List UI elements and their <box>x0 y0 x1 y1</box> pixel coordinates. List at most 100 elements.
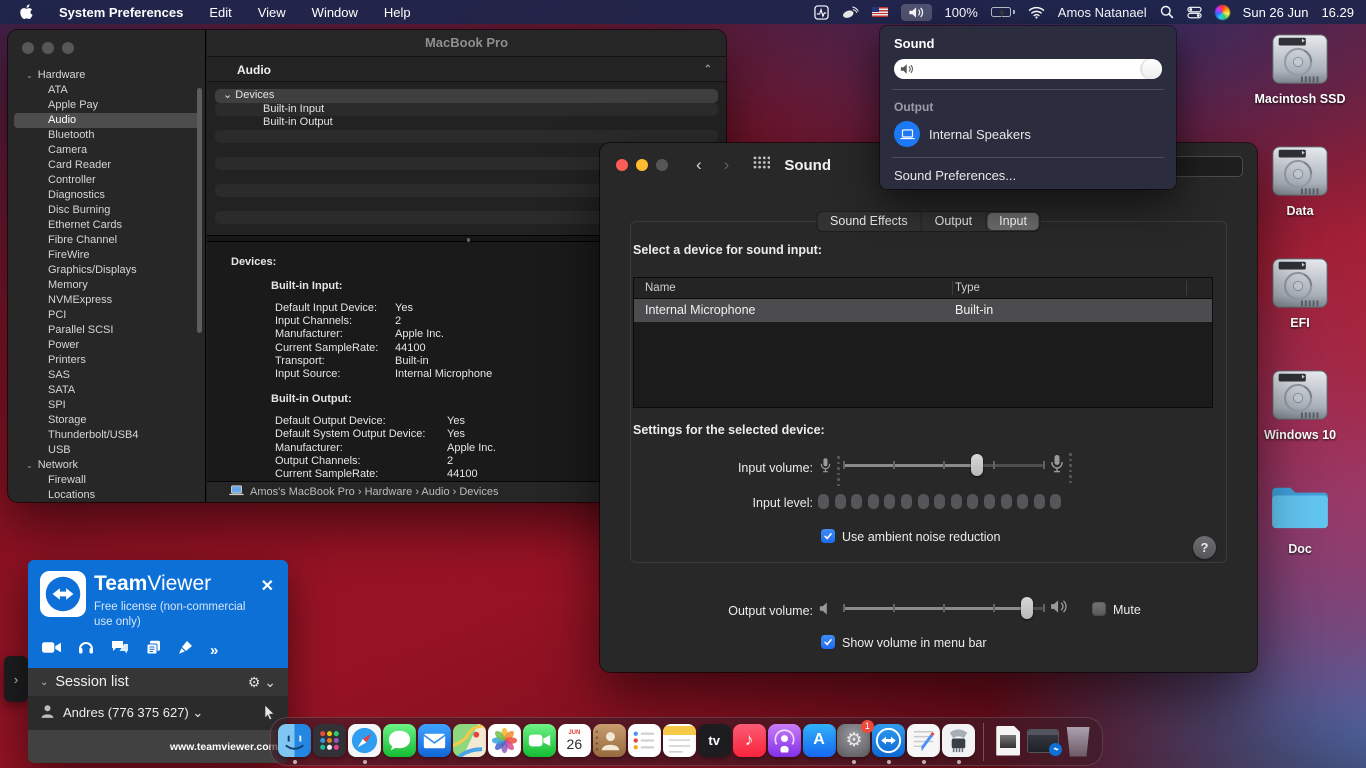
desktop-icon-macintosh-ssd[interactable]: Macintosh SSD <box>1252 32 1348 106</box>
tab-output[interactable]: Output <box>922 212 987 231</box>
sidebar-group-hardware[interactable]: ⌄Hardware <box>8 68 205 83</box>
sidebar-item-usb[interactable]: USB <box>8 443 205 458</box>
sound-preferences-item[interactable]: Sound Preferences... <box>894 168 1162 183</box>
teamviewer-url[interactable]: www.teamviewer.com <box>170 741 278 753</box>
dock-item-podcasts[interactable] <box>767 720 800 764</box>
sidebar-scrollbar[interactable] <box>197 88 202 333</box>
session-list-bar[interactable]: ⌄ Session list ⚙ ⌄ <box>28 668 288 696</box>
dock-item-facetime[interactable] <box>523 720 556 764</box>
help-button[interactable]: ? <box>1193 536 1216 559</box>
sidebar-item-nvmexpress[interactable]: NVMExpress <box>8 293 205 308</box>
audio-section-header[interactable]: Audio ⌃ <box>207 56 726 82</box>
dock-item-finder[interactable] <box>278 720 311 764</box>
sidebar-item-parallel-scsi[interactable]: Parallel SCSI <box>8 323 205 338</box>
sidebar-item-sas[interactable]: SAS <box>8 368 205 383</box>
teamviewer-side-tab[interactable]: › <box>4 656 28 702</box>
dock-item-reminders[interactable] <box>628 720 661 764</box>
sidebar-item-firewire[interactable]: FireWire <box>8 248 205 263</box>
menu-window[interactable]: Window <box>312 5 358 20</box>
sidebar-item-card-reader[interactable]: Card Reader <box>8 158 205 173</box>
dock-item-system-preferences[interactable]: ⚙1 <box>837 720 870 764</box>
keyboard-flag-us-icon[interactable] <box>872 7 888 17</box>
mute-checkbox[interactable] <box>1092 602 1106 616</box>
desktop-icon-efi[interactable]: EFI <box>1252 256 1348 330</box>
output-volume-slider[interactable] <box>843 598 1043 618</box>
dock-item-launchpad[interactable] <box>313 720 346 764</box>
window-controls[interactable] <box>8 30 205 54</box>
dock-item-mail[interactable] <box>418 720 451 764</box>
sidebar-item-power[interactable]: Power <box>8 338 205 353</box>
dock-item-music[interactable]: ♪ <box>732 720 765 764</box>
battery-icon[interactable] <box>991 7 1015 17</box>
dock-item-calendar[interactable]: JUN26 <box>558 720 591 764</box>
chat-icon[interactable] <box>111 640 129 660</box>
sidebar-item-graphics-displays[interactable]: Graphics/Displays <box>8 263 205 278</box>
headset-icon[interactable] <box>78 640 94 660</box>
sidebar-item-ata[interactable]: ATA <box>8 83 205 98</box>
dock-item-appletv[interactable]: tv <box>697 720 730 764</box>
dock-item-document[interactable] <box>992 720 1025 764</box>
dock-item-safari[interactable] <box>348 720 381 764</box>
dock-item-contacts[interactable] <box>593 720 626 764</box>
sidebar-item-storage[interactable]: Storage <box>8 413 205 428</box>
show-all-grid-icon[interactable] <box>753 156 770 174</box>
back-button[interactable]: ‹ <box>696 155 702 175</box>
brush-icon[interactable] <box>178 640 193 660</box>
sidebar-item-spi[interactable]: SPI <box>8 398 205 413</box>
sidebar-item-apple-pay[interactable]: Apple Pay <box>8 98 205 113</box>
dock-item-maps[interactable] <box>453 720 486 764</box>
video-camera-icon[interactable] <box>42 641 61 659</box>
sidebar-group-network[interactable]: ⌄Network <box>8 458 205 473</box>
table-header[interactable]: Name Type <box>634 278 1212 299</box>
volume-menu-icon[interactable] <box>901 4 932 21</box>
sidebar-item-disc-burning[interactable]: Disc Burning <box>8 203 205 218</box>
control-center-icon[interactable] <box>1187 5 1202 20</box>
sidebar-item-memory[interactable]: Memory <box>8 278 205 293</box>
more-chevrons-icon[interactable]: » <box>210 642 218 659</box>
menu-view[interactable]: View <box>258 5 286 20</box>
gear-icon[interactable]: ⚙ ⌄ <box>248 674 276 691</box>
copy-documents-icon[interactable] <box>146 640 161 660</box>
show-volume-checkbox[interactable] <box>821 635 835 649</box>
sidebar-item-camera[interactable]: Camera <box>8 143 205 158</box>
ambient-noise-checkbox[interactable] <box>821 529 835 543</box>
sidebar-item-thunderbolt-usb4[interactable]: Thunderbolt/USB4 <box>8 428 205 443</box>
tree-row-devices[interactable]: ⌄ Devices <box>215 89 718 103</box>
close-button[interactable] <box>22 42 34 54</box>
dock-item-minimized-window[interactable] <box>1027 720 1060 764</box>
menu-time[interactable]: 16.29 <box>1321 5 1354 20</box>
dock-item-trash[interactable] <box>1061 720 1094 764</box>
popover-volume-slider[interactable] <box>894 59 1162 79</box>
output-device-item[interactable]: Internal Speakers <box>894 121 1162 147</box>
dock-item-photos[interactable] <box>488 720 521 764</box>
tab-sound-effects[interactable]: Sound Effects <box>817 212 922 231</box>
collapse-chevron-icon[interactable]: ⌃ <box>704 57 712 81</box>
breadcrumb-path[interactable]: Amos's MacBook Pro › Hardware › Audio › … <box>250 486 498 498</box>
minimize-button[interactable] <box>636 159 648 171</box>
menu-edit[interactable]: Edit <box>209 5 231 20</box>
sidebar-item-pci[interactable]: PCI <box>8 308 205 323</box>
sidebar-item-sata[interactable]: SATA <box>8 383 205 398</box>
session-user-row[interactable]: Andres (776 375 627) ⌄ <box>28 696 288 730</box>
close-icon[interactable]: ✕ <box>261 576 274 596</box>
minimize-button[interactable] <box>42 42 54 54</box>
sidebar-item-bluetooth[interactable]: Bluetooth <box>8 128 205 143</box>
window-controls[interactable] <box>616 159 668 171</box>
sidebar-item-printers[interactable]: Printers <box>8 353 205 368</box>
pulse-monitor-icon[interactable] <box>814 5 829 20</box>
dock-item-textedit[interactable] <box>907 720 940 764</box>
zoom-button[interactable] <box>62 42 74 54</box>
dock-item-appstore[interactable]: A <box>802 720 835 764</box>
sidebar-item-diagnostics[interactable]: Diagnostics <box>8 188 205 203</box>
sidebar-item-ethernet-cards[interactable]: Ethernet Cards <box>8 218 205 233</box>
apple-logo-icon[interactable] <box>20 4 33 20</box>
dock-item-system-information[interactable] <box>942 720 975 764</box>
menu-app-name[interactable]: System Preferences <box>59 5 183 20</box>
siri-icon[interactable] <box>1215 5 1230 20</box>
zoom-button[interactable] <box>656 159 668 171</box>
sidebar-item-controller[interactable]: Controller <box>8 173 205 188</box>
volume-knob[interactable] <box>1142 59 1162 79</box>
desktop-icon-windows-10[interactable]: Windows 10 <box>1252 368 1348 442</box>
wifi-icon[interactable] <box>1028 6 1045 19</box>
desktop-icon-data[interactable]: Data <box>1252 144 1348 218</box>
